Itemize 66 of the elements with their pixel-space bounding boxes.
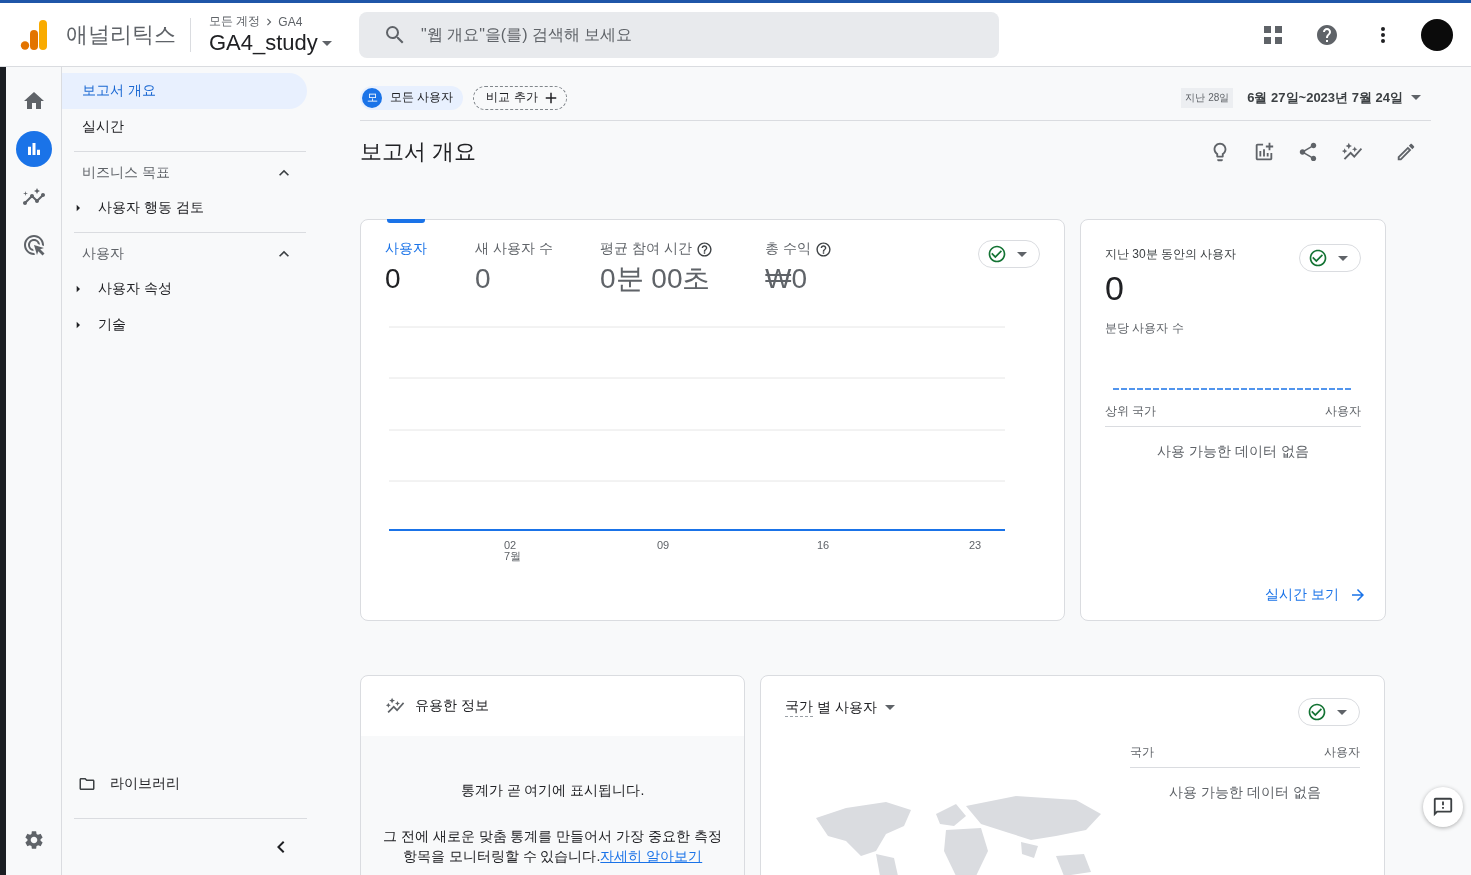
settings-icon [22,829,45,851]
no-data-text: 사용 가능한 데이터 없음 [1168,784,1322,802]
caret-icon [1017,251,1027,257]
metric-tab[interactable]: 평균 참여 시간 0분 00초 [600,240,765,296]
metric-tab[interactable]: 사용자 0 [385,240,475,296]
dimension-selector[interactable]: 국가 별 사용자 [785,698,899,717]
search-field[interactable]: "웹 개요"을(를) 검색해 보세요 [359,11,999,58]
tab-indicator [387,219,425,223]
sparkle-trend-icon [385,696,405,716]
breadcrumb-item[interactable]: 모든 계정 [209,13,261,30]
column-header: 국가 [1130,744,1154,761]
insights-heading: 통계가 곧 여기에 표시됩니다. [460,782,645,800]
caret-icon [1337,709,1347,715]
page-title: 보고서 개요 [360,138,477,166]
column-header: 사용자 [1324,744,1360,761]
realtime-title: 지난 30분 동안의 사용자 [1105,246,1237,263]
view-realtime-link[interactable]: 실시간 보기 [1265,586,1367,604]
arrow-right-icon [1349,586,1367,604]
chart-edit-icon [1253,141,1275,163]
learn-more-link[interactable]: 자세히 알아보기 [600,848,703,864]
metric-tab[interactable]: 새 사용자 수 0 [475,240,600,296]
caret-icon [1338,255,1348,261]
library-item[interactable]: 라이브러리 [62,766,186,802]
more-vertical-icon [1381,26,1385,43]
realtime-subtitle: 분당 사용자 수 [1105,320,1185,337]
column-header: 상위 국가 [1105,403,1157,420]
caret-icon [884,705,895,710]
cursor-target-icon [21,233,46,257]
nav-subitem[interactable]: 사용자 속성 [62,271,178,307]
feedback-icon [1432,796,1454,818]
metric-tab[interactable]: 총 수익 ₩0 [765,240,885,296]
realtime-value: 0 [1105,268,1124,308]
account-avatar[interactable] [1421,18,1453,51]
reports-button[interactable] [15,131,52,167]
folder-icon [78,775,96,793]
x-axis-label: 23 [969,540,982,551]
pencil-icon [1395,141,1417,163]
property-selector[interactable]: GA4_study [209,30,359,56]
caret-icon [321,40,332,46]
analytics-logo [20,19,48,50]
date-range-selector[interactable]: 6월 27일~2023년 7월 24일 [1241,87,1431,108]
insights-title: 유용한 정보 [415,697,489,715]
no-data-text: 사용 가능한 데이터 없음 [1156,443,1310,461]
nav-section-header[interactable]: 사용자 [62,239,306,269]
nav-item[interactable]: 보고서 개요 [62,73,307,109]
status-chip[interactable] [1298,698,1360,726]
status-chip[interactable] [978,240,1040,268]
nav-section-header[interactable]: 비즈니스 목표 [62,158,306,188]
insights-text: 그 전에 새로운 맞춤 통계를 만들어서 가장 중요한 측정 항목을 모니터링할 수 있습니다.자세히 알아보기 [381,827,724,866]
segment-chip[interactable]: 모 모든 사용자 [360,85,464,110]
column-header: 사용자 [1325,403,1361,420]
caret-icon [1411,95,1421,100]
help-icon [1315,22,1339,47]
share-icon [1297,141,1319,163]
product-name: 애널리틱스 [65,20,177,49]
date-preset-label: 지난 28일 [1181,87,1234,108]
feedback-button[interactable] [1423,787,1463,827]
nav-item[interactable]: 실시간 [62,109,307,145]
nav-subitem[interactable]: 기술 [62,307,132,343]
status-chip[interactable] [1299,244,1361,272]
x-axis-label: 16 [817,540,830,551]
x-axis-label: 02 7월 [504,540,522,562]
apps-icon [1263,24,1283,45]
breadcrumb-item[interactable]: GA4 [278,14,303,29]
nav-subitem[interactable]: 사용자 행동 검토 [62,190,210,226]
x-axis-label: 09 [657,540,670,551]
